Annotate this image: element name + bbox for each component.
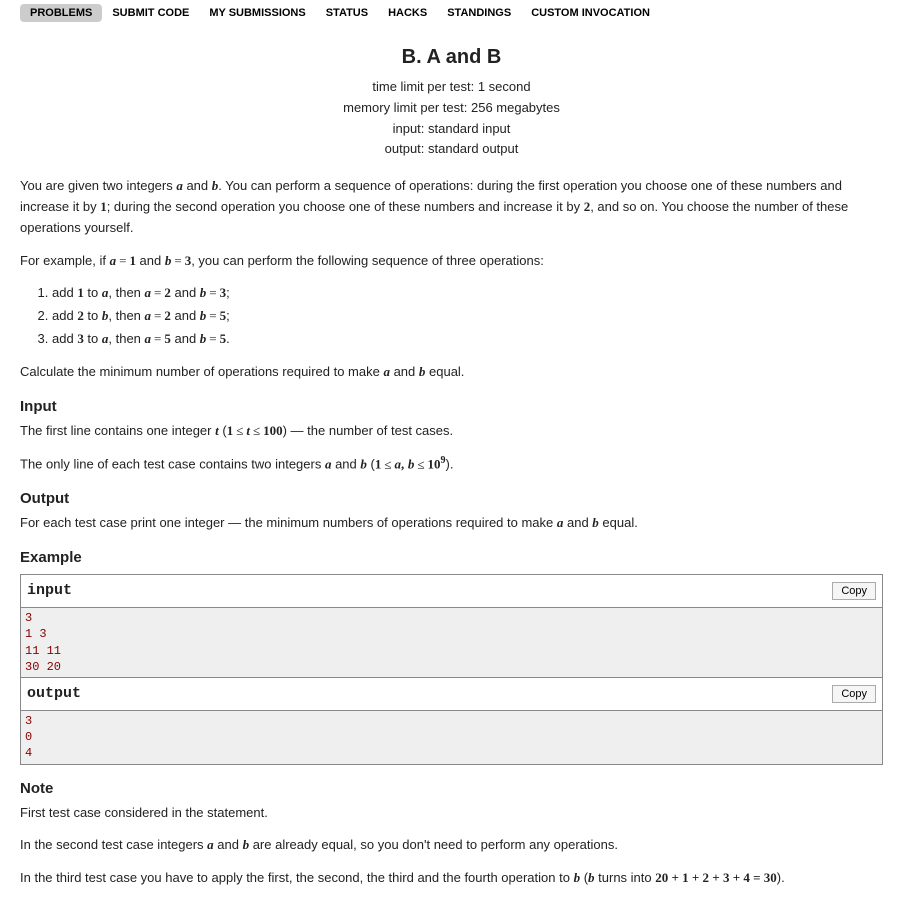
statement-paragraph: You are given two integers a and b. You …	[20, 176, 883, 238]
output-file: output: standard output	[20, 139, 883, 160]
sample-input-box: input Copy 3 1 3 11 11 30 20	[20, 574, 883, 678]
tab-standings[interactable]: STANDINGS	[437, 4, 521, 22]
tab-custom-invocation[interactable]: CUSTOM INVOCATION	[521, 4, 660, 22]
output-heading: Output	[20, 487, 883, 511]
sample-output-data: 3 0 4	[21, 711, 882, 764]
sample-input-data: 3 1 3 11 11 30 20	[21, 608, 882, 677]
note-paragraph: First test case considered in the statem…	[20, 803, 883, 824]
statement-paragraph: Calculate the minimum number of operatio…	[20, 362, 883, 383]
problem-header: B. A and B time limit per test: 1 second…	[20, 46, 883, 160]
input-heading: Input	[20, 395, 883, 419]
input-file: input: standard input	[20, 119, 883, 140]
tab-problems[interactable]: PROBLEMS	[20, 4, 102, 22]
list-item: add 3 to a, then a=5 and b=5.	[52, 329, 883, 350]
output-paragraph: For each test case print one integer — t…	[20, 513, 883, 534]
example-heading: Example	[20, 546, 883, 570]
tab-status[interactable]: STATUS	[316, 4, 378, 22]
input-paragraph: The only line of each test case contains…	[20, 453, 883, 475]
list-item: add 1 to a, then a=2 and b=3;	[52, 283, 883, 304]
sample-input-label: input	[27, 579, 72, 603]
statement-paragraph: For example, if a=1 and b=3, you can per…	[20, 251, 883, 272]
copy-input-button[interactable]: Copy	[832, 582, 876, 600]
copy-output-button[interactable]: Copy	[832, 685, 876, 703]
note-paragraph: In the third test case you have to apply…	[20, 868, 883, 889]
time-limit: time limit per test: 1 second	[20, 77, 883, 98]
memory-limit: memory limit per test: 256 megabytes	[20, 98, 883, 119]
tab-bar: PROBLEMSSUBMIT CODEMY SUBMISSIONSSTATUSH…	[20, 0, 883, 30]
tab-hacks[interactable]: HACKS	[378, 4, 437, 22]
input-paragraph: The first line contains one integer t (1…	[20, 421, 883, 442]
example-list: add 1 to a, then a=2 and b=3; add 2 to b…	[20, 283, 883, 349]
sample-output-box: output Copy 3 0 4	[20, 678, 883, 765]
tab-my-submissions[interactable]: MY SUBMISSIONS	[199, 4, 315, 22]
list-item: add 2 to b, then a=2 and b=5;	[52, 306, 883, 327]
tab-submit-code[interactable]: SUBMIT CODE	[102, 4, 199, 22]
sample-output-label: output	[27, 682, 81, 706]
problem-title: B. A and B	[20, 46, 883, 69]
note-paragraph: In the second test case integers a and b…	[20, 835, 883, 856]
note-heading: Note	[20, 777, 883, 801]
problem-statement: You are given two integers a and b. You …	[20, 176, 883, 889]
